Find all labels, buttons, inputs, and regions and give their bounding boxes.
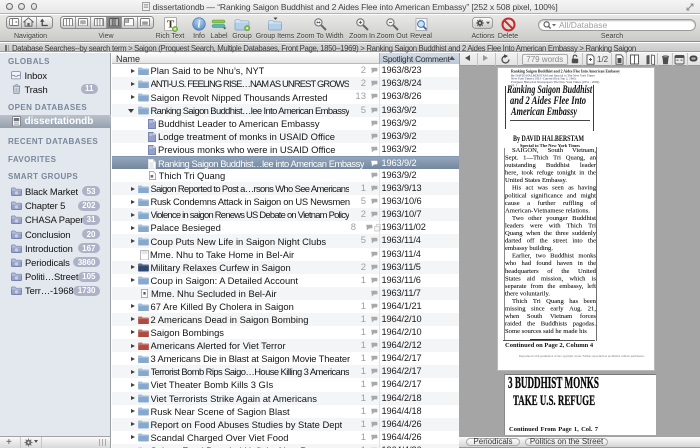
svg-text:i: i (198, 20, 201, 31)
